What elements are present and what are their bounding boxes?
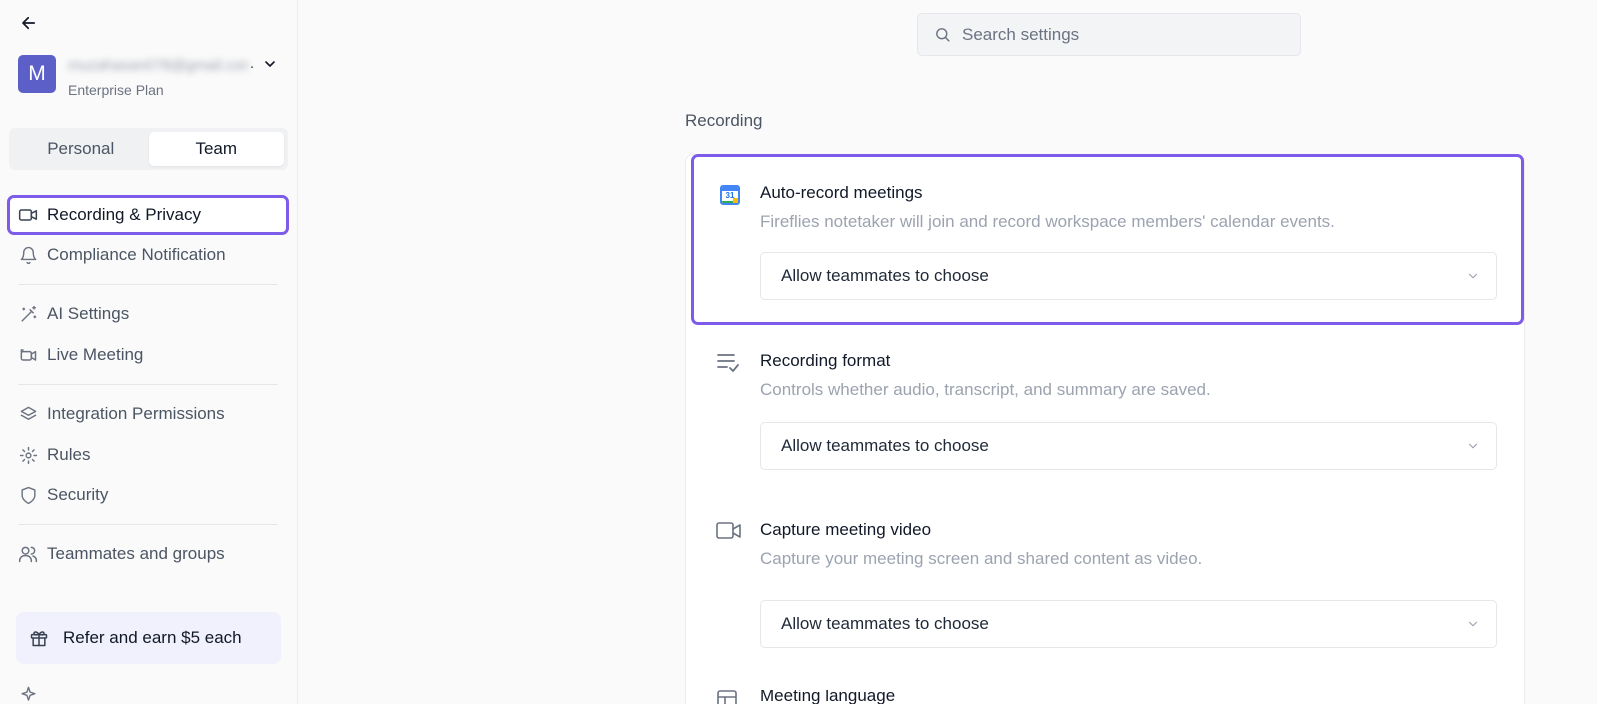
setting-capture-video: Capture meeting video Capture your meeti… (685, 516, 1525, 648)
avatar: M (18, 55, 56, 93)
gear-user-icon (18, 445, 38, 465)
sidebar-item-label: Integration Permissions (47, 404, 225, 423)
bell-icon (18, 245, 38, 265)
sparkle-icon (18, 684, 38, 704)
segment-personal[interactable]: Personal (13, 132, 149, 166)
sidebar-divider (18, 284, 278, 285)
sidebar-item-ai-settings[interactable]: AI Settings (9, 296, 287, 332)
sidebar-divider (18, 524, 278, 525)
setting-description: Controls whether audio, transcript, and … (760, 380, 1211, 399)
video-camera-icon (18, 205, 38, 225)
setting-title: Meeting language (760, 690, 896, 704)
back-button[interactable] (18, 12, 40, 34)
sidebar-item-integration-permissions[interactable]: Integration Permissions (9, 396, 287, 432)
chevron-down-icon[interactable] (262, 56, 278, 72)
setting-meeting-language: Meeting language (685, 690, 1525, 704)
auto-record-select[interactable]: Allow teammates to choose (760, 252, 1497, 300)
refer-and-earn-button[interactable]: Refer and earn $5 each (16, 612, 281, 664)
magic-wand-icon (18, 304, 38, 324)
video-camera-icon (716, 521, 742, 545)
sidebar: M muzahasan078@gmail.com . Enterprise Pl… (0, 0, 298, 704)
select-value: Allow teammates to choose (781, 436, 989, 455)
setting-auto-record: 31 Auto-record meetings Fireflies noteta… (691, 154, 1524, 325)
list-check-icon (716, 352, 742, 376)
setting-description: Fireflies notetaker will join and record… (760, 212, 1335, 231)
sidebar-item-label: Compliance Notification (47, 245, 226, 264)
sidebar-item-label: AI Settings (47, 304, 130, 323)
sidebar-item-rules[interactable]: Rules (9, 437, 287, 473)
sidebar-divider (18, 384, 278, 385)
select-value: Allow teammates to choose (781, 614, 989, 633)
search-bar (917, 13, 1301, 56)
scope-segmented-control: Personal Team (9, 128, 288, 170)
setting-description: Capture your meeting screen and shared c… (760, 549, 1203, 568)
account-email-ellipsis: . (250, 55, 255, 72)
sidebar-item-teammates[interactable]: Teammates and groups (9, 536, 287, 572)
gift-icon (29, 628, 49, 648)
sidebar-item-label: Live Meeting (47, 345, 144, 364)
recording-format-select[interactable]: Allow teammates to choose (760, 422, 1497, 470)
sidebar-item-recording-privacy[interactable]: Recording & Privacy (7, 195, 289, 235)
refer-label: Refer and earn $5 each (63, 628, 242, 647)
section-title: Recording (685, 111, 763, 130)
chevron-down-icon (1468, 443, 1478, 449)
sidebar-item-live-meeting[interactable]: Live Meeting (9, 337, 287, 373)
select-value: Allow teammates to choose (781, 266, 989, 285)
sidebar-item-compliance-notification[interactable]: Compliance Notification (9, 237, 287, 273)
setting-recording-format: Recording format Controls whether audio,… (685, 348, 1525, 478)
layout-icon (716, 690, 742, 704)
shield-icon (18, 485, 38, 505)
setting-title: Auto-record meetings (760, 183, 923, 202)
search-input[interactable] (962, 24, 1282, 45)
account-email: muzahasan078@gmail.com (68, 57, 248, 74)
chevron-down-icon (1468, 273, 1478, 279)
sidebar-item-label: Recording & Privacy (47, 205, 202, 224)
segment-team[interactable]: Team (148, 132, 284, 166)
sidebar-item-label: Teammates and groups (47, 544, 225, 563)
account-switcher[interactable]: M muzahasan078@gmail.com . Enterprise Pl… (18, 55, 280, 101)
google-calendar-icon: 31 (720, 185, 746, 209)
setting-title: Capture meeting video (760, 520, 932, 539)
search-icon (934, 26, 952, 44)
sidebar-item-ai-credits[interactable] (9, 676, 287, 704)
sidebar-item-label: Security (47, 485, 109, 504)
arrow-left-icon (22, 16, 36, 30)
setting-title: Recording format (760, 351, 891, 370)
plan-label: Enterprise Plan (68, 82, 164, 98)
capture-video-select[interactable]: Allow teammates to choose (760, 600, 1497, 648)
chevron-down-icon (1468, 621, 1478, 627)
layers-icon (18, 404, 38, 424)
users-icon (18, 544, 38, 564)
sidebar-item-security[interactable]: Security (9, 477, 287, 513)
live-video-icon (18, 345, 38, 365)
sidebar-item-label: Rules (47, 445, 91, 464)
